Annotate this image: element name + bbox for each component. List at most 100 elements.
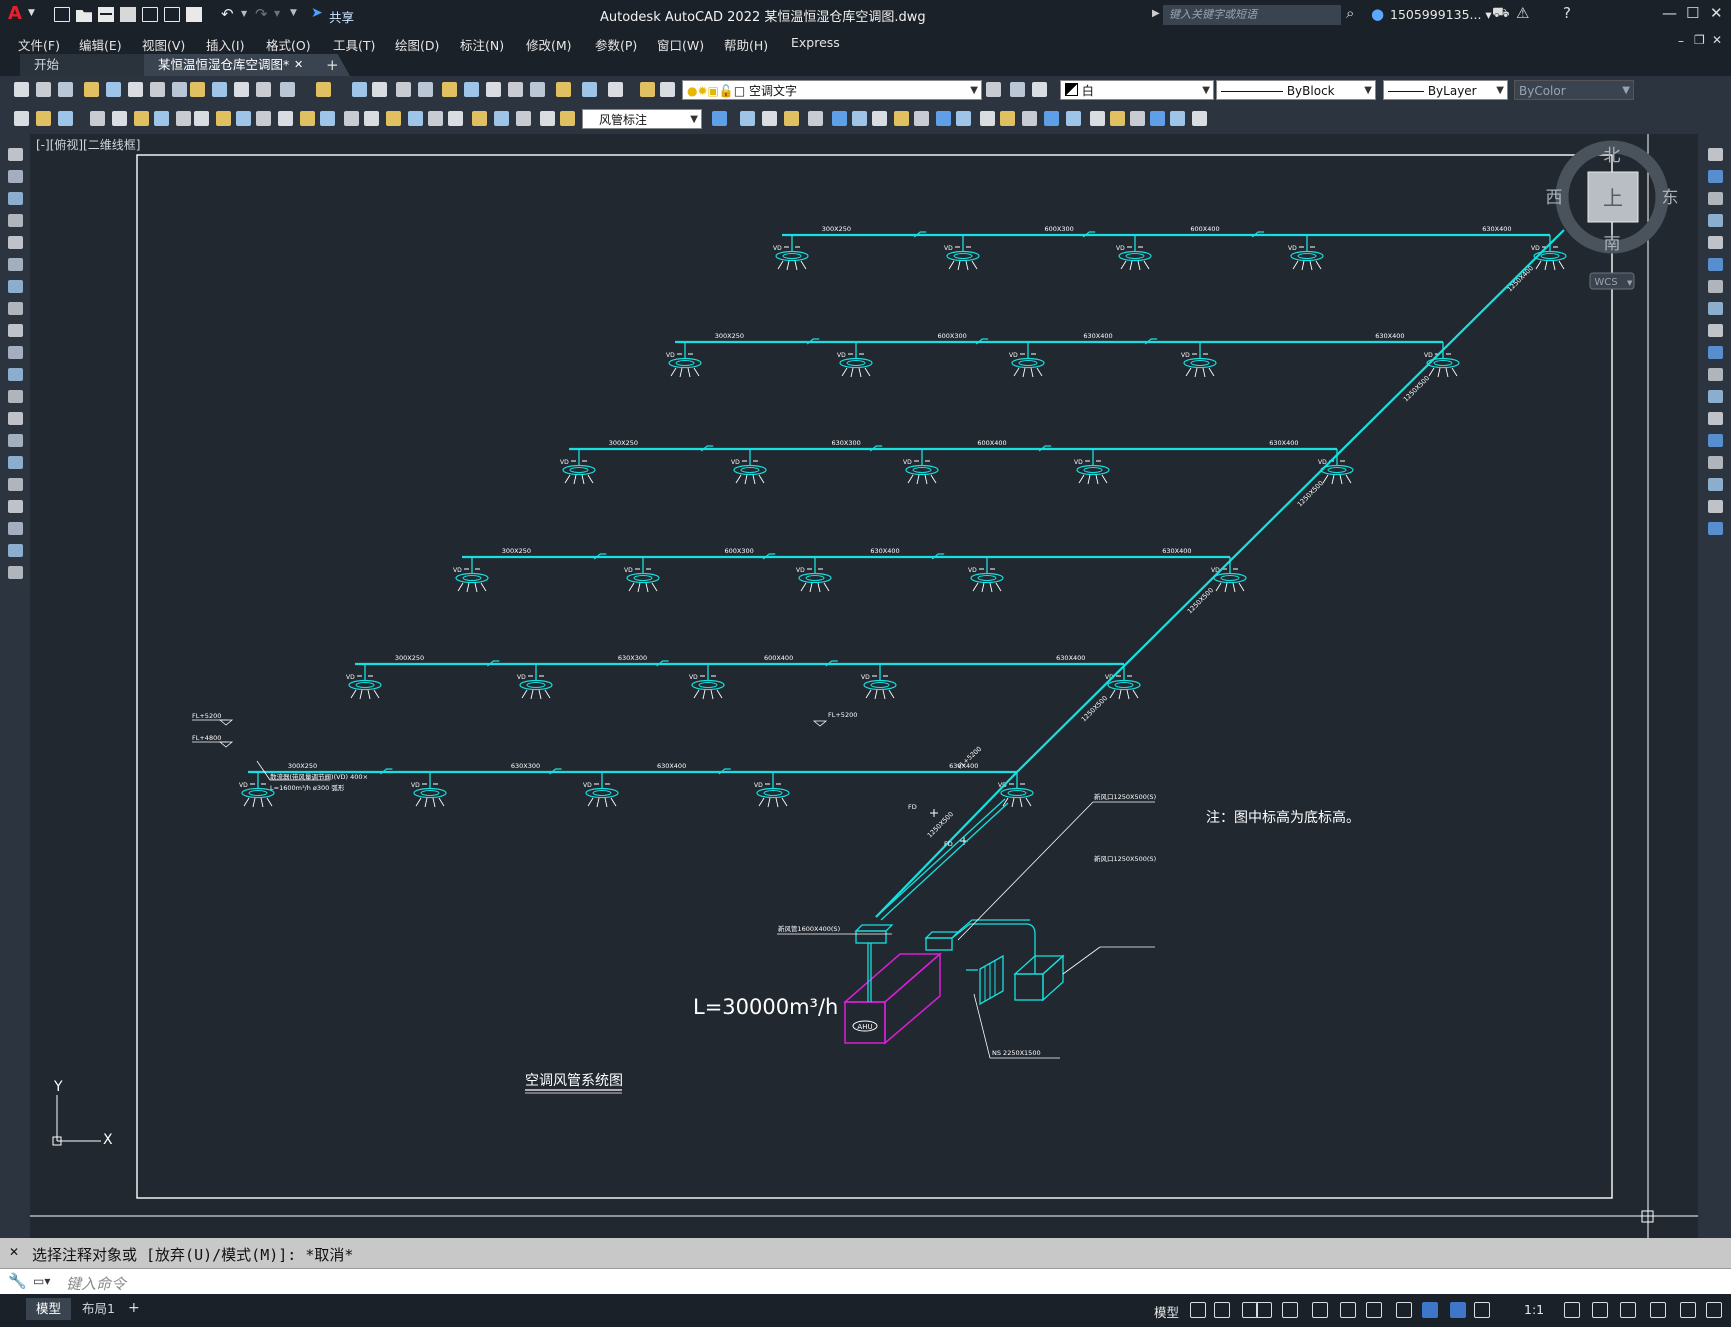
- status-toggle-12-icon[interactable]: [1474, 1302, 1490, 1318]
- new-tab-icon[interactable]: +: [326, 56, 339, 74]
- tab-model[interactable]: 模型: [26, 1298, 72, 1320]
- dimension-tool-4-icon[interactable]: [90, 111, 105, 126]
- modify-tool-16-icon[interactable]: [1708, 478, 1723, 491]
- redo-icon[interactable]: ↷: [255, 5, 268, 23]
- draw-tool-14-icon[interactable]: [8, 434, 23, 447]
- modify-tool-6-icon[interactable]: [1708, 258, 1723, 271]
- status-toggle-16-icon[interactable]: [1650, 1302, 1666, 1318]
- modify-tool-9-icon[interactable]: [894, 111, 909, 126]
- menu-dimension[interactable]: 标注(N): [460, 35, 504, 54]
- standard-tool-8-icon[interactable]: [172, 82, 187, 97]
- layer-state-tool-3-icon[interactable]: [1032, 82, 1047, 97]
- draw-tool-8-icon[interactable]: [8, 302, 23, 315]
- modify-tool-7-icon[interactable]: [852, 111, 867, 126]
- share-button[interactable]: 共享: [329, 7, 354, 26]
- undo-icon[interactable]: ↶: [221, 5, 234, 23]
- modify-tool-13-icon[interactable]: [980, 111, 995, 126]
- status-toggle-15-icon[interactable]: [1620, 1302, 1636, 1318]
- standard-tool-4-icon[interactable]: [84, 82, 99, 97]
- draw-tool-16-icon[interactable]: [8, 478, 23, 491]
- command-input[interactable]: 键入命令: [66, 1273, 126, 1294]
- standard-tool-2-icon[interactable]: [36, 82, 51, 97]
- modify-tool-5-icon[interactable]: [808, 111, 823, 126]
- standard-tool-13-icon[interactable]: [280, 82, 295, 97]
- viewcube-south[interactable]: 南: [1604, 234, 1621, 254]
- status-toggle-17-icon[interactable]: [1680, 1302, 1696, 1318]
- draw-tool-5-icon[interactable]: [8, 236, 23, 249]
- share-icon[interactable]: ➤: [311, 5, 323, 21]
- customize-wrench-icon[interactable]: 🔧: [8, 1272, 27, 1290]
- standard-tool-5-icon[interactable]: [106, 82, 121, 97]
- menu-parametric[interactable]: 参数(P): [595, 35, 637, 54]
- dimension-tool-21-icon[interactable]: [448, 111, 463, 126]
- dimension-tool-16-icon[interactable]: [344, 111, 359, 126]
- doc-restore-icon[interactable]: ❐: [1694, 33, 1705, 47]
- modify-tool-8-icon[interactable]: [1708, 302, 1723, 315]
- search-expand-icon[interactable]: ▶: [1152, 8, 1160, 19]
- menu-edit[interactable]: 编辑(E): [79, 35, 122, 54]
- tab-layout1[interactable]: 布局1: [72, 1298, 125, 1320]
- draw-tool-4-icon[interactable]: [8, 214, 23, 227]
- dimension-tool-10-icon[interactable]: [216, 111, 231, 126]
- recent-commands-icon[interactable]: ▭▾: [33, 1274, 50, 1288]
- viewcube-west[interactable]: 西: [1546, 188, 1563, 208]
- modify-tool-22-icon[interactable]: [1170, 111, 1185, 126]
- autocad-logo-icon[interactable]: A: [8, 3, 22, 24]
- modify-tool-14-icon[interactable]: [1000, 111, 1015, 126]
- status-toggle-2-icon[interactable]: [1214, 1302, 1230, 1318]
- layer-tool-2-icon[interactable]: [660, 82, 675, 97]
- dimension-tool-20-icon[interactable]: [428, 111, 443, 126]
- modify-tool-16-icon[interactable]: [1044, 111, 1059, 126]
- menu-help[interactable]: 帮助(H): [724, 35, 768, 54]
- layer-state-tool-2-icon[interactable]: [1010, 82, 1025, 97]
- layer-state-tool-1-icon[interactable]: [986, 82, 1001, 97]
- modify-tool-17-icon[interactable]: [1066, 111, 1081, 126]
- dimension-tool-13-icon[interactable]: [278, 111, 293, 126]
- status-toggle-7-icon[interactable]: [1340, 1302, 1356, 1318]
- modify-tool-11-icon[interactable]: [1708, 368, 1723, 381]
- draw-tool-13-icon[interactable]: [8, 412, 23, 425]
- annotation-scale[interactable]: 1:1: [1524, 1302, 1544, 1317]
- modify-tool-2-icon[interactable]: [740, 111, 755, 126]
- standard-tool-20-icon[interactable]: [464, 82, 479, 97]
- customize-qat-icon[interactable]: ▼: [290, 8, 297, 18]
- plotstyle-dropdown[interactable]: ByColor ▼: [1514, 80, 1634, 100]
- modify-tool-19-icon[interactable]: [1110, 111, 1125, 126]
- dimension-tool-22-icon[interactable]: [472, 111, 487, 126]
- color-dropdown[interactable]: 白 ▼: [1060, 80, 1214, 100]
- standard-tool-14-icon[interactable]: [316, 82, 331, 97]
- draw-tool-18-icon[interactable]: [8, 522, 23, 535]
- standard-tool-18-icon[interactable]: [418, 82, 433, 97]
- model-space-button[interactable]: 模型: [1154, 1302, 1179, 1321]
- modify-tool-18-icon[interactable]: [1090, 111, 1105, 126]
- wcs-chevron-down-icon[interactable]: ▼: [1627, 279, 1633, 287]
- draw-tool-7-icon[interactable]: [8, 280, 23, 293]
- status-toggle-10-icon[interactable]: [1422, 1302, 1438, 1318]
- menu-express[interactable]: Express: [791, 35, 840, 50]
- close-command-line-icon[interactable]: ✕: [9, 1245, 19, 1259]
- draw-tool-19-icon[interactable]: [8, 544, 23, 557]
- dimension-tool-11-icon[interactable]: [236, 111, 251, 126]
- modify-tool-1-icon[interactable]: [1708, 148, 1723, 161]
- modify-tool-4-icon[interactable]: [784, 111, 799, 126]
- modify-tool-9-icon[interactable]: [1708, 324, 1723, 337]
- dimstyle-dropdown[interactable]: 风管标注 ▼: [582, 109, 702, 129]
- standard-tool-15-icon[interactable]: [352, 82, 367, 97]
- plot-icon[interactable]: [186, 7, 202, 22]
- dimension-tool-7-icon[interactable]: [154, 111, 169, 126]
- standard-tool-24-icon[interactable]: [556, 82, 571, 97]
- status-toggle-4-icon[interactable]: [1256, 1302, 1272, 1318]
- draw-tool-2-icon[interactable]: [8, 170, 23, 183]
- standard-tool-12-icon[interactable]: [256, 82, 271, 97]
- standard-tool-9-icon[interactable]: [190, 82, 205, 97]
- menu-format[interactable]: 格式(O): [266, 35, 311, 54]
- viewcube-north[interactable]: 北: [1604, 146, 1621, 166]
- dimension-tool-3-icon[interactable]: [58, 111, 73, 126]
- save-as-icon[interactable]: [120, 7, 136, 22]
- status-toggle-13-icon[interactable]: [1564, 1302, 1580, 1318]
- menu-view[interactable]: 视图(V): [142, 35, 185, 54]
- dimension-tool-23-icon[interactable]: [494, 111, 509, 126]
- status-toggle-9-icon[interactable]: [1396, 1302, 1412, 1318]
- open-folder-icon[interactable]: [76, 10, 92, 22]
- new-file-icon[interactable]: [54, 7, 70, 22]
